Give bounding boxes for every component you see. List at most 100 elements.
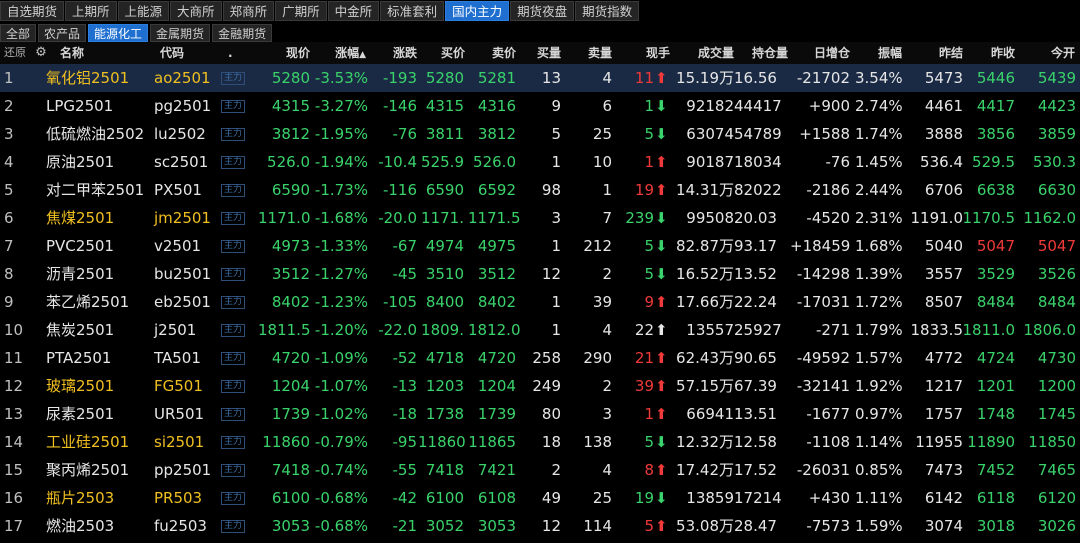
bid-price: 525.9 bbox=[421, 153, 464, 171]
row-number: 2 bbox=[4, 97, 14, 115]
table-row[interactable]: 9 苯乙烯2501 eb2501 主力 8402 -1.23% -105 8400 8402 1 3… bbox=[0, 288, 1080, 316]
col-header-name[interactable]: 名称 bbox=[60, 42, 100, 64]
exchange-tab-0[interactable]: 自选期货 bbox=[0, 1, 65, 21]
open-interest: 44417 bbox=[734, 97, 782, 115]
table-row[interactable]: 2 LPG2501 pg2501 主力 4315 -3.27% -146 4315 4316 9 6… bbox=[0, 92, 1080, 120]
exchange-tab-2[interactable]: 上能源 bbox=[117, 1, 170, 21]
row-number: 3 bbox=[4, 125, 14, 143]
col-header-oichg[interactable]: 日增仓 bbox=[800, 42, 850, 64]
exchange-tab-5[interactable]: 广期所 bbox=[275, 1, 327, 21]
col-header-vol[interactable]: 成交量 bbox=[680, 42, 734, 64]
prev-settle: 5473 bbox=[924, 69, 963, 87]
gear-icon[interactable]: ⚙ bbox=[34, 42, 48, 64]
table-row[interactable]: 13 尿素2501 UR501 主力 1739 -1.02% -18 1738 1739 80 3 1… bbox=[0, 400, 1080, 428]
row-number: 11 bbox=[4, 349, 24, 367]
category-tab-2[interactable]: 能源化工 bbox=[88, 24, 149, 42]
col-header-code[interactable]: 代码 bbox=[160, 42, 200, 64]
exchange-tab-8[interactable]: 国内主力 bbox=[445, 1, 510, 21]
contract-name: 氧化铝2501 bbox=[46, 69, 130, 87]
category-tab-4[interactable]: 金融期货 bbox=[212, 24, 273, 42]
table-row[interactable]: 3 低硫燃油2502 lu2502 主力 3812 -1.95% -76 3811 3812 5 2… bbox=[0, 120, 1080, 148]
arrow-flat-icon: ⬆ bbox=[655, 321, 668, 339]
col-header-tick[interactable]: 现手 bbox=[628, 42, 670, 64]
col-header-price[interactable]: 现价 bbox=[260, 42, 310, 64]
table-row[interactable]: 12 玻璃2501 FG501 主力 1204 -1.07% -13 1203 1204 249 2… bbox=[0, 372, 1080, 400]
change-value: -76 bbox=[392, 125, 418, 143]
volume: 16.52万 bbox=[676, 265, 734, 283]
table-row[interactable]: 7 PVC2501 v2501 主力 4973 -1.33% -67 4974 4975 1 212… bbox=[0, 232, 1080, 260]
col-header-pct[interactable]: 涨幅▲ bbox=[318, 42, 366, 64]
contract-code: UR501 bbox=[154, 405, 205, 423]
exchange-tab-7[interactable]: 标准套利 bbox=[380, 1, 445, 21]
table-row[interactable]: 10 焦炭2501 j2501 主力 1811.5 -1.20% -22.0 1809. 181… bbox=[0, 316, 1080, 344]
amplitude: 2.44% bbox=[855, 181, 903, 199]
open-price: 530.3 bbox=[1033, 153, 1076, 171]
table-row[interactable]: 15 聚丙烯2501 pp2501 主力 7418 -0.74% -55 7418 7421 2 4… bbox=[0, 456, 1080, 484]
bid-volume: 249 bbox=[532, 377, 561, 395]
table-row[interactable]: 16 瓶片2503 PR503 主力 6100 -0.68% -42 6100 6108 49 25… bbox=[0, 484, 1080, 512]
table-row[interactable]: 14 工业硅2501 si2501 主力 11860 -0.79% -95 11860 1186… bbox=[0, 428, 1080, 456]
oi-change: -4520 bbox=[806, 209, 850, 227]
col-header-prevclose[interactable]: 昨收 bbox=[970, 42, 1015, 64]
table-row[interactable]: 17 燃油2503 fu2503 主力 3053 -0.68% -21 3052 3053 12 1… bbox=[0, 512, 1080, 540]
last-price: 526.0 bbox=[267, 153, 310, 171]
exchange-tab-3[interactable]: 大商所 bbox=[170, 1, 222, 21]
volume: 63074 bbox=[686, 125, 734, 143]
table-row[interactable]: 8 沥青2501 bu2501 主力 3512 -1.27% -45 3510 3512 12 2 5… bbox=[0, 260, 1080, 288]
bid-volume: 1 bbox=[551, 153, 561, 171]
change-value: -55 bbox=[392, 461, 418, 479]
main-tag-label: 主力 bbox=[221, 296, 246, 309]
volume: 99508 bbox=[686, 209, 734, 227]
prev-close: 6638 bbox=[976, 181, 1015, 199]
contract-name: 沥青2501 bbox=[46, 265, 115, 283]
exchange-tab-10[interactable]: 期货指数 bbox=[575, 1, 640, 21]
tick-volume: 21 bbox=[634, 349, 654, 367]
col-header-askvol[interactable]: 卖量 bbox=[575, 42, 612, 64]
open-price: 4730 bbox=[1037, 349, 1076, 367]
col-header-prevsettle[interactable]: 昨结 bbox=[915, 42, 963, 64]
exchange-tab-9[interactable]: 期货夜盘 bbox=[510, 1, 575, 21]
main-contract-tag: 主力 bbox=[221, 92, 251, 120]
exchange-tab-1[interactable]: 上期所 bbox=[65, 1, 117, 21]
table-row[interactable]: 11 PTA2501 TA501 主力 4720 -1.09% -52 4718 4720 258… bbox=[0, 344, 1080, 372]
prev-close: 3529 bbox=[976, 265, 1015, 283]
col-header-ask[interactable]: 卖价 bbox=[470, 42, 516, 64]
col-header-bid[interactable]: 买价 bbox=[420, 42, 465, 64]
contract-code: TA501 bbox=[154, 349, 201, 367]
last-price: 1171.0 bbox=[258, 209, 311, 227]
table-row[interactable]: 6 焦煤2501 jm2501 主力 1171.0 -1.68% -20.0 1171. 117… bbox=[0, 204, 1080, 232]
change-pct: -0.74% bbox=[314, 461, 368, 479]
restore-button[interactable]: 还原 bbox=[4, 42, 32, 64]
exchange-tab-6[interactable]: 中金所 bbox=[327, 1, 380, 21]
arrow-up-icon: ⬆ bbox=[655, 293, 668, 311]
col-header-dot[interactable]: . bbox=[228, 42, 238, 64]
bid-price: 3510 bbox=[425, 265, 464, 283]
category-tab-0[interactable]: 全部 bbox=[0, 24, 37, 42]
ask-volume: 4 bbox=[602, 461, 612, 479]
category-tab-1[interactable]: 农产品 bbox=[38, 24, 87, 42]
arrow-down-icon: ⬇ bbox=[655, 209, 668, 227]
col-header-amp[interactable]: 振幅 bbox=[860, 42, 902, 64]
table-row[interactable]: 4 原油2501 sc2501 主力 526.0 -1.94% -10.4 525.9 526.… bbox=[0, 148, 1080, 176]
exchange-tab-4[interactable]: 郑商所 bbox=[222, 1, 275, 21]
category-tab-bar: 全部 农产品 能源化工 金属期货 金融期货 bbox=[0, 24, 1080, 42]
col-header-open[interactable]: 今开 bbox=[1030, 42, 1075, 64]
tick-volume: 1 bbox=[644, 97, 654, 115]
open-price: 1745 bbox=[1037, 405, 1076, 423]
col-header-bidvol[interactable]: 买量 bbox=[525, 42, 561, 64]
main-tag-label: 主力 bbox=[221, 436, 246, 449]
bid-price: 4974 bbox=[425, 237, 464, 255]
prev-settle: 4461 bbox=[924, 97, 963, 115]
table-row[interactable]: 5 对二甲苯2501 PX501 主力 6590 -1.73% -116 6590 6592 98… bbox=[0, 176, 1080, 204]
category-tab-3[interactable]: 金属期货 bbox=[150, 24, 211, 42]
volume: 17.42万 bbox=[676, 461, 734, 479]
prev-close: 1748 bbox=[976, 405, 1015, 423]
table-row[interactable]: 1 氧化铝2501 ao2501 主力 5280 -3.53% -193 5280 5281 13… bbox=[0, 64, 1080, 92]
col-header-chg[interactable]: 涨跌 bbox=[372, 42, 417, 64]
col-header-oi[interactable]: 持仓量 bbox=[740, 42, 788, 64]
contract-name: 玻璃2501 bbox=[46, 377, 115, 395]
open-interest: 16.56 bbox=[734, 69, 777, 87]
prev-close: 4724 bbox=[976, 349, 1015, 367]
contract-name: 工业硅2501 bbox=[46, 433, 130, 451]
change-value: -21 bbox=[392, 517, 418, 535]
